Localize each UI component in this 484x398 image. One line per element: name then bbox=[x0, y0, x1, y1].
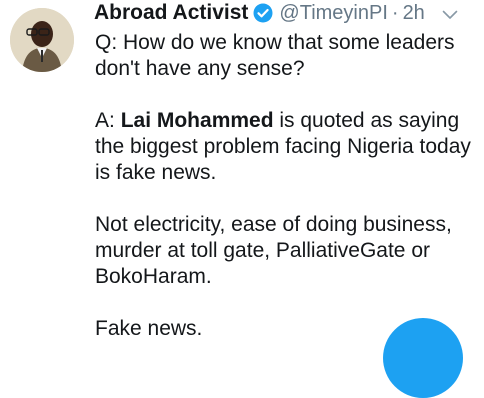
avatar[interactable] bbox=[10, 8, 74, 72]
answer-name: Lai Mohammed bbox=[120, 109, 274, 132]
user-handle[interactable]: @TimeyinPI bbox=[279, 2, 387, 25]
tweet-paragraph-answer: A: Lai Mohammed is quoted as saying the … bbox=[95, 108, 480, 186]
tweet-card: Abroad Activist @TimeyinPI · 2h Q: How d… bbox=[0, 0, 484, 398]
answer-prefix: A: bbox=[95, 109, 121, 132]
timestamp[interactable]: 2h bbox=[403, 2, 425, 25]
tweet-paragraph-question: Q: How do we know that some leaders don'… bbox=[95, 31, 455, 80]
chevron-down-icon[interactable] bbox=[442, 7, 458, 19]
compose-tweet-button[interactable] bbox=[383, 318, 463, 398]
tweet-paragraph-three: Not electricity, ease of doing business,… bbox=[95, 213, 452, 288]
verified-badge-icon bbox=[253, 3, 273, 23]
display-name[interactable]: Abroad Activist bbox=[94, 1, 248, 25]
separator-dot: · bbox=[391, 1, 399, 24]
tweet-header: Abroad Activist @TimeyinPI · 2h bbox=[94, 0, 425, 26]
tweet-body: Q: How do we know that some leaders don'… bbox=[95, 30, 480, 342]
